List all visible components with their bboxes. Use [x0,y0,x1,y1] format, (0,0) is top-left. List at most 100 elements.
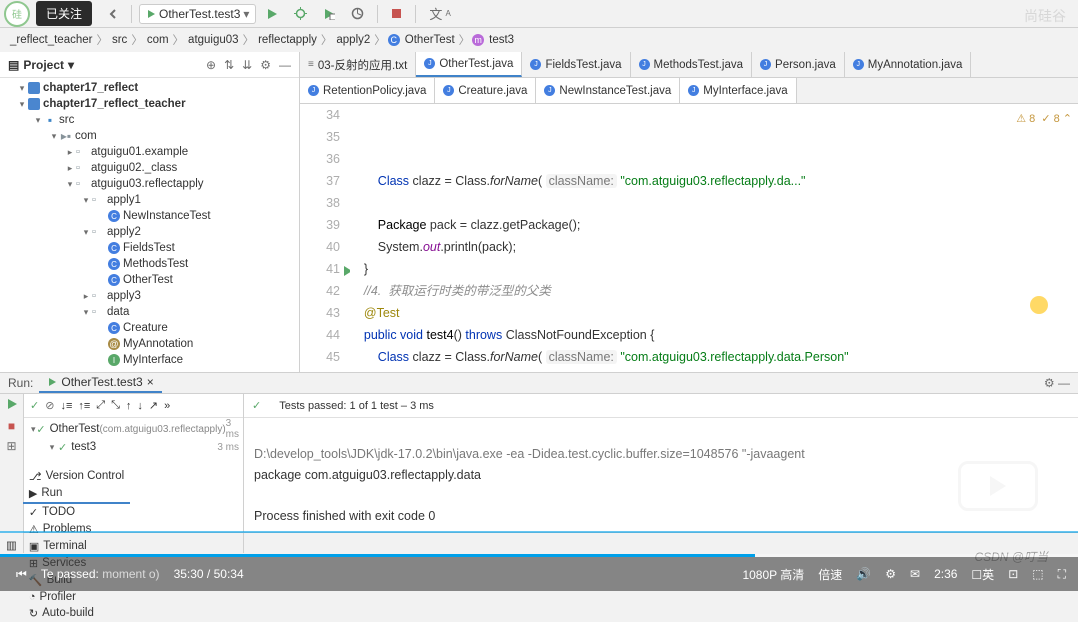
tree-row[interactable]: ▸▫atguigu01.example [0,144,299,160]
test-tree-row[interactable]: ▾✓test3 3 ms [28,438,239,456]
tree-row[interactable]: COtherTest [0,272,299,288]
wide-icon[interactable]: ⬚ [1032,567,1043,581]
prev-icon[interactable]: ↑ [126,400,132,412]
editor-tab[interactable]: JMyInterface.java [680,78,796,103]
next-icon[interactable]: ↓ [137,400,143,412]
tree-row[interactable]: CMethodsTest [0,256,299,272]
bc-item[interactable]: atguigu03 [186,34,241,46]
account-avatar[interactable]: 硅 [4,1,30,27]
tree-row[interactable]: ▾▫apply1 [0,192,299,208]
profile-button[interactable] [345,5,370,22]
settings-icon[interactable]: ⚙ [260,58,271,72]
pip-icon[interactable]: ⊡ [1008,567,1018,581]
editor-tab[interactable]: JPerson.java [752,52,845,77]
run-tool-window: Run: OtherTest.test3 × ⚙ — ■ ⊞ ✓ ⊘ ↓≡ ↑≡… [0,372,1078,532]
tree-row[interactable]: ▾▪src [0,112,299,128]
statusbar-tool[interactable]: ⎇ Version Control [23,468,130,485]
filter-x-icon[interactable]: ⊘ [45,399,54,412]
tree-row[interactable]: IMyInterface [0,352,299,368]
gear-icon[interactable]: ⚙ [885,567,896,581]
coverage-button[interactable] [317,6,341,22]
breadcrumb: _reflect_teacher〉 src〉 com〉 atguigu03〉 r… [0,28,1078,52]
inspection-badge[interactable]: ⚠ 8 ✓ 8 ⌃ [1016,108,1072,130]
video-prev-icon[interactable]: ⏮ [16,567,27,582]
bc-item[interactable]: src [110,34,129,46]
follow-button[interactable]: 已关注 [36,1,92,26]
layout-icon[interactable]: ⊞ [6,439,16,453]
statusbar-tool[interactable]: ✓ TODO [23,504,130,521]
check-icon[interactable]: ✓ [30,399,39,412]
statusbar-tool[interactable]: ▣ Terminal [23,538,130,555]
debug-button[interactable] [288,5,313,22]
tree-row[interactable]: ▾▫atguigu03.reflectapply [0,176,299,192]
watermark-text: 尚硅谷 [1024,6,1066,26]
run-button[interactable] [260,6,284,22]
editor-tab[interactable]: JMethodsTest.java [631,52,753,77]
divider-line [0,531,1078,533]
bc-item[interactable]: test3 [487,34,516,46]
tree-row[interactable]: ▾chapter17_reflect [0,80,299,96]
editor-tab[interactable]: JCreature.java [435,78,536,103]
stop-icon[interactable]: ■ [8,419,15,433]
tree-row[interactable]: ▾chapter17_reflect_teacher [0,96,299,112]
test-tree-row[interactable]: ▾✓OtherTest (com.atguigu03.reflectapply)… [28,420,239,438]
tree-row[interactable]: ▾▫apply2 [0,224,299,240]
gear-icon[interactable]: ⚙ — [1044,376,1070,390]
project-tree[interactable]: ▾chapter17_reflect▾chapter17_reflect_tea… [0,78,299,372]
fullscreen-icon[interactable]: ⛶ [1058,567,1066,582]
editor-tab[interactable]: JFieldsTest.java [522,52,630,77]
run-config-selector[interactable]: OtherTest.test3 ▾ [139,4,256,24]
rerun-icon[interactable] [6,398,18,413]
expand-icon[interactable]: ⤢ [96,399,105,412]
volume-icon[interactable]: 🔊 [856,567,871,581]
main-toolbar: 硅 已关注 OtherTest.test3 ▾ 文A [0,0,1078,28]
statusbar-tool[interactable]: ▶ Run [23,485,130,504]
project-tool-title[interactable]: ▤ Project ▾ [8,58,74,72]
editor-tab[interactable]: JMyAnnotation.java [845,52,972,77]
stop-button[interactable] [385,6,408,21]
video-speed[interactable]: 倍速 [818,566,842,583]
tree-row[interactable]: CNewInstanceTest [0,208,299,224]
translate-icon[interactable]: 文A [423,2,456,25]
statusbar-show-icon[interactable]: ▥ [6,538,17,552]
right-time: 2:36 [934,567,957,581]
editor-tab[interactable]: JOtherTest.java [416,52,522,77]
bc-item[interactable]: com [145,34,171,46]
tree-row[interactable]: CFieldsTest [0,240,299,256]
select-opened-icon[interactable]: ⊕ [206,58,216,72]
video-time: 35:30 / 50:34 [174,567,244,581]
tree-row[interactable]: @MyAnnotation [0,336,299,352]
collapse-icon[interactable]: ⤡ [111,399,120,412]
tree-row[interactable]: ▾▸▪com [0,128,299,144]
bc-item[interactable]: OtherTest [403,34,457,46]
editor-tab[interactable]: JRetentionPolicy.java [300,78,435,103]
run-tab[interactable]: OtherTest.test3 × [39,373,161,393]
tree-row[interactable]: CCreature [0,320,299,336]
statusbar-tool[interactable]: ↻ Auto-build [23,605,130,622]
test-status-bar: ✓Tests passed: 1 of 1 test – 3 ms [244,394,1078,418]
bc-item[interactable]: apply2 [334,34,372,46]
editor-tab[interactable]: ≡03-反射的应用.txt [300,52,416,77]
run-toolbar-vertical: ■ ⊞ [0,394,24,553]
export-icon[interactable]: ↗ [149,399,158,412]
editor-tabs-row-1: ≡03-反射的应用.txtJOtherTest.javaJFieldsTest.… [300,52,1078,78]
editor-tab[interactable]: JNewInstanceTest.java [536,78,680,103]
sort-icon[interactable]: ↓≡ [60,400,72,412]
danmaku-icon[interactable]: ✉ [910,567,920,581]
back-button[interactable] [102,7,124,21]
lang-icon[interactable]: ☐英 [971,566,994,583]
hide-icon[interactable]: — [279,58,291,72]
video-quality[interactable]: 1080P 高清 [742,566,804,583]
bc-item[interactable]: reflectapply [256,34,319,46]
sort2-icon[interactable]: ↑≡ [78,400,90,412]
play-overlay-icon [958,461,1038,511]
expand-all-icon[interactable]: ⇅ [224,58,234,72]
tree-row[interactable]: ▾▫data [0,304,299,320]
collapse-all-icon[interactable]: ⇊ [242,58,252,72]
tree-row[interactable]: ▸▫atguigu02._class [0,160,299,176]
tree-row[interactable]: ▸▫apply3 [0,288,299,304]
code-editor[interactable]: 3435363738394041 42434445 ⚠ 8 ✓ 8 ⌃ Clas… [300,104,1078,372]
statusbar-tool[interactable]: ⚠ Problems [23,521,130,538]
test-status-text: Tests passed: 1 of 1 test – 3 ms [279,400,434,412]
bc-item[interactable]: _reflect_teacher [8,34,94,46]
